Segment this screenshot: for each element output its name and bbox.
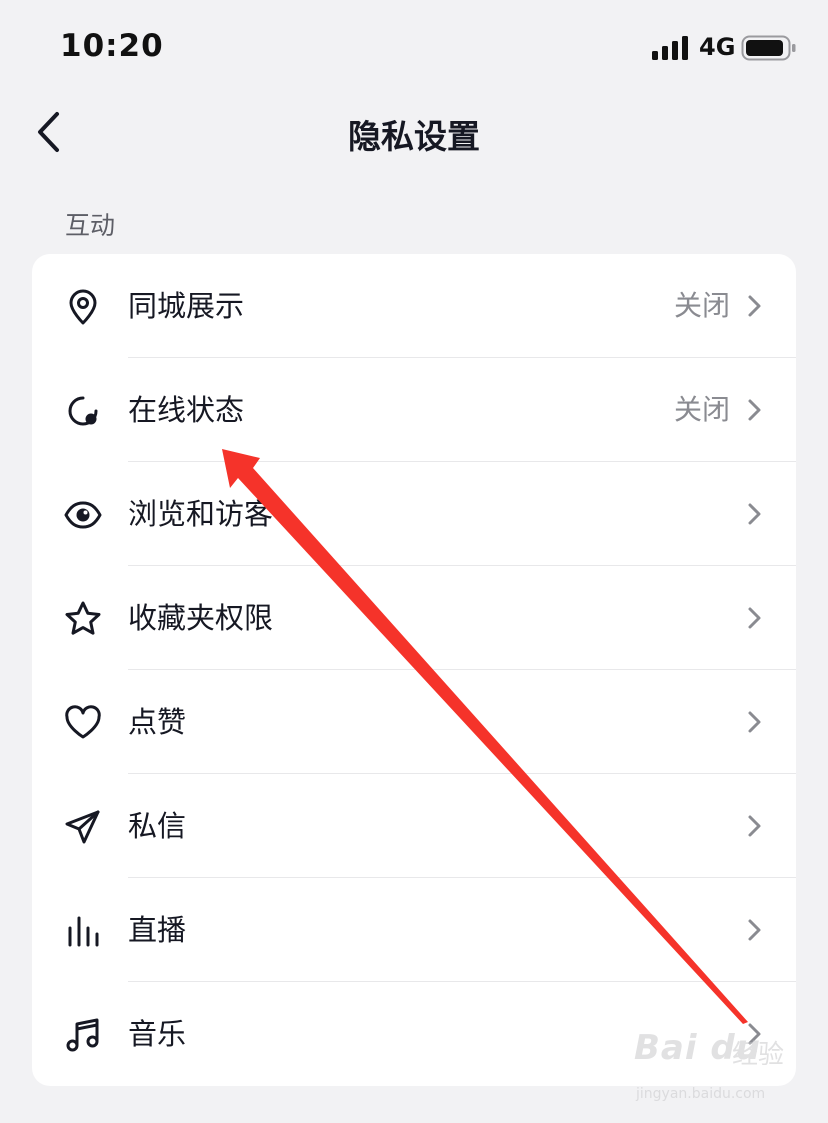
setting-row-nearby-display[interactable]: 同城展示 关闭: [32, 254, 796, 358]
music-note-icon: [66, 1018, 99, 1052]
online-status-icon: [68, 396, 98, 426]
battery-icon: [741, 35, 796, 61]
live-bars-icon: [68, 916, 99, 947]
chevron-right-icon: [748, 711, 761, 733]
page-title: 隐私设置: [348, 117, 480, 156]
watermark-url: jingyan.baidu.com: [636, 1086, 766, 1102]
heart-icon: [65, 705, 101, 739]
chevron-right-icon: [748, 919, 761, 941]
status-time: 10:20: [60, 28, 164, 64]
setting-row-live[interactable]: 直播: [32, 878, 796, 982]
chevron-right-icon: [748, 815, 761, 837]
navigation-bar: 隐私设置: [0, 92, 828, 172]
setting-value: 关闭: [673, 289, 730, 322]
paper-plane-icon: [65, 810, 100, 844]
watermark: Bai du 经验 jingyan.baidu.com: [634, 1028, 794, 1118]
setting-label: 点赞: [128, 705, 187, 739]
star-icon: [65, 601, 101, 635]
setting-row-likes[interactable]: 点赞: [32, 670, 796, 774]
chevron-right-icon: [748, 607, 761, 629]
setting-label: 直播: [128, 913, 187, 947]
status-bar: 10:20 4G: [0, 0, 828, 92]
network-type: 4G: [699, 33, 736, 61]
eye-icon: [64, 501, 102, 529]
settings-card: 同城展示 关闭 在线状态 关闭 浏览和访客 收藏夹权限 点赞 私信 直播 音乐: [32, 254, 796, 1086]
cellular-signal-icon: [652, 36, 688, 60]
setting-label: 音乐: [128, 1017, 187, 1051]
chevron-right-icon: [748, 503, 761, 525]
chevron-right-icon: [748, 399, 761, 421]
setting-row-favorites-permission[interactable]: 收藏夹权限: [32, 566, 796, 670]
setting-row-direct-messages[interactable]: 私信: [32, 774, 796, 878]
section-header: 互动: [65, 211, 116, 240]
setting-label: 浏览和访客: [128, 497, 274, 531]
location-pin-icon: [69, 289, 97, 325]
chevron-right-icon: [748, 295, 761, 317]
setting-row-browse-visitors[interactable]: 浏览和访客: [32, 462, 796, 566]
watermark-suffix: 经验: [732, 1040, 785, 1070]
setting-label: 私信: [128, 809, 187, 843]
setting-label: 同城展示: [128, 289, 245, 323]
setting-label: 收藏夹权限: [128, 601, 274, 635]
setting-label: 在线状态: [128, 393, 245, 427]
setting-value: 关闭: [673, 393, 730, 426]
setting-row-online-status[interactable]: 在线状态 关闭: [32, 358, 796, 462]
